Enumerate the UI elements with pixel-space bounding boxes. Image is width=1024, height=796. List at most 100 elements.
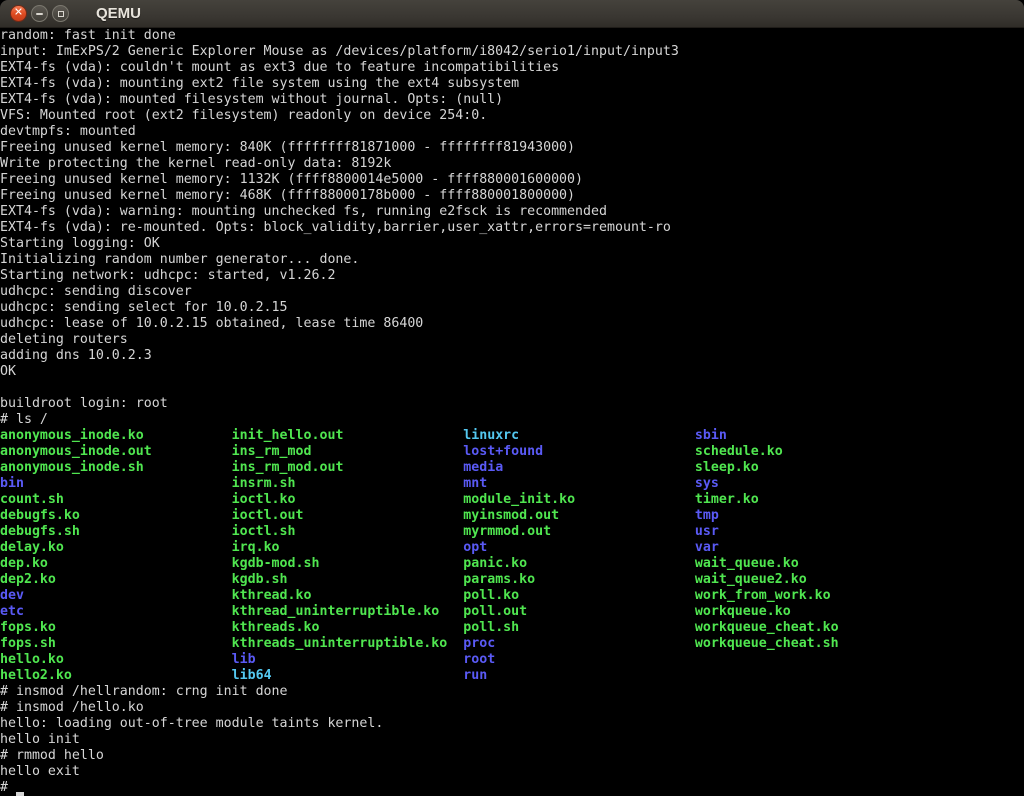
console-line: # insmod /hellrandom: crng init done [0, 684, 1024, 700]
console-line: VFS: Mounted root (ext2 filesystem) read… [0, 108, 1024, 124]
ls-entry: kthreads.ko [232, 620, 464, 635]
console-line: Starting logging: OK [0, 236, 1024, 252]
ls-entry: sys [695, 476, 719, 491]
console-line: Freeing unused kernel memory: 840K (ffff… [0, 140, 1024, 156]
ls-entry: kgdb-mod.sh [232, 556, 464, 571]
console-line: dev kthread.ko poll.ko work_from_work.ko [0, 588, 1024, 604]
console-line: EXT4-fs (vda): mounted filesystem withou… [0, 92, 1024, 108]
ls-entry: var [695, 540, 719, 555]
ls-entry: params.ko [463, 572, 695, 587]
ls-entry: mnt [463, 476, 695, 491]
console-line: random: fast init done [0, 28, 1024, 44]
console-line: # insmod /hello.ko [0, 700, 1024, 716]
console-line: Starting network: udhcpc: started, v1.26… [0, 268, 1024, 284]
ls-entry: debugfs.sh [0, 524, 232, 539]
ls-entry: sleep.ko [695, 460, 759, 475]
ls-entry: lib64 [232, 668, 464, 683]
ls-entry: debugfs.ko [0, 508, 232, 523]
console-line: debugfs.ko ioctl.out myinsmod.out tmp [0, 508, 1024, 524]
ls-entry: myrmmod.out [463, 524, 695, 539]
ls-entry: poll.ko [463, 588, 695, 603]
console-line: # rmmod hello [0, 748, 1024, 764]
ls-entry: sbin [695, 428, 727, 443]
ls-entry: schedule.ko [695, 444, 783, 459]
console-line: deleting routers [0, 332, 1024, 348]
ls-entry: workqueue.ko [695, 604, 791, 619]
console-output: random: fast init doneinput: ImExPS/2 Ge… [0, 28, 1024, 796]
console-line: OK [0, 364, 1024, 380]
console-line: EXT4-fs (vda): couldn't mount as ext3 du… [0, 60, 1024, 76]
console-line: input: ImExPS/2 Generic Explorer Mouse a… [0, 44, 1024, 60]
ls-entry: lost+found [463, 444, 695, 459]
ls-entry: etc [0, 604, 232, 619]
qemu-window: ✕ QEMU random: fast init doneinput: ImEx… [0, 0, 1024, 796]
console-line: hello.ko lib root [0, 652, 1024, 668]
ls-entry: myinsmod.out [463, 508, 695, 523]
ls-entry: irq.ko [232, 540, 464, 555]
ls-entry: kthread_uninterruptible.ko [232, 604, 464, 619]
ls-entry: run [463, 668, 695, 683]
window-titlebar: ✕ QEMU [0, 0, 1024, 28]
ls-entry: poll.sh [463, 620, 695, 635]
console-line: # ls / [0, 412, 1024, 428]
console-line: udhcpc: lease of 10.0.2.15 obtained, lea… [0, 316, 1024, 332]
close-button[interactable]: ✕ [10, 5, 27, 22]
ls-entry: dep.ko [0, 556, 232, 571]
console-line: udhcpc: sending discover [0, 284, 1024, 300]
console-line: devtmpfs: mounted [0, 124, 1024, 140]
console-line: Write protecting the kernel read-only da… [0, 156, 1024, 172]
ls-entry: anonymous_inode.out [0, 444, 232, 459]
console-line: anonymous_inode.out ins_rm_mod lost+foun… [0, 444, 1024, 460]
ls-entry: ins_rm_mod.out [232, 460, 464, 475]
ls-entry: kthreads_uninterruptible.ko [232, 636, 464, 651]
console-line: dep2.ko kgdb.sh params.ko wait_queue2.ko [0, 572, 1024, 588]
ls-entry: ioctl.ko [232, 492, 464, 507]
maximize-button[interactable] [52, 5, 69, 22]
ls-entry: wait_queue2.ko [695, 572, 807, 587]
ls-entry: lib [232, 652, 464, 667]
minimize-button[interactable] [31, 5, 48, 22]
ls-entry: dep2.ko [0, 572, 232, 587]
ls-entry: hello2.ko [0, 668, 232, 683]
console-line: delay.ko irq.ko opt var [0, 540, 1024, 556]
console-line: count.sh ioctl.ko module_init.ko timer.k… [0, 492, 1024, 508]
console-line: adding dns 10.0.2.3 [0, 348, 1024, 364]
ls-entry: kthread.ko [232, 588, 464, 603]
console-line: fops.sh kthreads_uninterruptible.ko proc… [0, 636, 1024, 652]
window-title: QEMU [96, 5, 141, 22]
maximize-icon [58, 11, 64, 17]
text-cursor [16, 780, 24, 796]
ls-entry: linuxrc [463, 428, 695, 443]
ls-entry: dev [0, 588, 232, 603]
ls-entry: tmp [695, 508, 719, 523]
console-line: hello: loading out-of-tree module taints… [0, 716, 1024, 732]
console-line: # [0, 780, 1024, 796]
ls-entry: insrm.sh [232, 476, 464, 491]
console-line: EXT4-fs (vda): warning: mounting uncheck… [0, 204, 1024, 220]
console-line: bin insrm.sh mnt sys [0, 476, 1024, 492]
ls-entry: kgdb.sh [232, 572, 464, 587]
console-line: hello init [0, 732, 1024, 748]
ls-entry: ioctl.out [232, 508, 464, 523]
ls-entry: work_from_work.ko [695, 588, 831, 603]
console-line [0, 380, 1024, 396]
ls-entry: anonymous_inode.sh [0, 460, 232, 475]
ls-entry: hello.ko [0, 652, 232, 667]
shell-prompt: # [0, 780, 16, 795]
ls-entry: media [463, 460, 695, 475]
ls-entry: ioctl.sh [232, 524, 464, 539]
close-icon: ✕ [14, 8, 23, 19]
ls-entry: opt [463, 540, 695, 555]
ls-entry: anonymous_inode.ko [0, 428, 232, 443]
console-line: EXT4-fs (vda): re-mounted. Opts: block_v… [0, 220, 1024, 236]
console-line: etc kthread_uninterruptible.ko poll.out … [0, 604, 1024, 620]
console-line: hello exit [0, 764, 1024, 780]
ls-entry: bin [0, 476, 232, 491]
terminal-screen[interactable]: random: fast init doneinput: ImExPS/2 Ge… [0, 28, 1024, 796]
ls-entry: delay.ko [0, 540, 232, 555]
console-line: Initializing random number generator... … [0, 252, 1024, 268]
ls-entry: ins_rm_mod [232, 444, 464, 459]
console-line: hello2.ko lib64 run [0, 668, 1024, 684]
ls-entry: module_init.ko [463, 492, 695, 507]
ls-entry: panic.ko [463, 556, 695, 571]
